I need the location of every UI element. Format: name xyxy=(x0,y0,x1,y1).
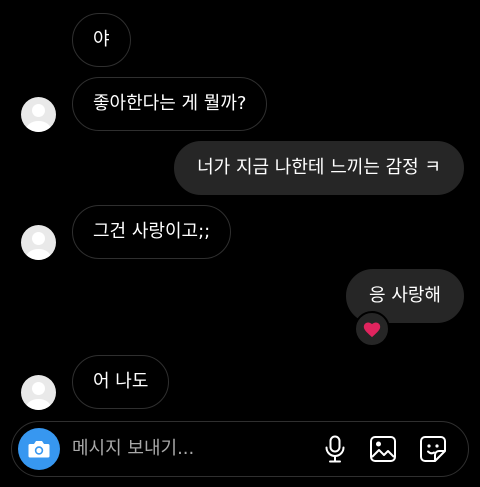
message-composer: 메시지 보내기... xyxy=(11,421,469,477)
default-avatar-icon xyxy=(26,382,51,410)
avatar[interactable] xyxy=(21,375,56,410)
message-bubble-outgoing[interactable]: 너가 지금 나한테 느끼는 감정 ㅋ xyxy=(174,141,464,195)
microphone-button[interactable] xyxy=(320,434,350,464)
heart-icon xyxy=(363,322,381,338)
gallery-icon xyxy=(370,436,396,462)
sticker-button[interactable] xyxy=(418,434,448,464)
message-input[interactable]: 메시지 보내기... xyxy=(72,422,194,476)
avatar[interactable] xyxy=(21,97,56,132)
message-bubble-incoming[interactable]: 그건 사랑이고;; xyxy=(72,205,232,259)
message-reaction[interactable] xyxy=(354,311,390,347)
message-text: 너가 지금 나한테 느끼는 감정 ㅋ xyxy=(197,157,441,178)
camera-button[interactable] xyxy=(18,428,60,470)
message-text: 응 사랑해 xyxy=(369,285,441,306)
message-text: 그건 사랑이고;; xyxy=(93,221,211,242)
default-avatar-icon xyxy=(26,232,51,260)
message-text: 어 나도 xyxy=(93,371,149,392)
microphone-icon xyxy=(325,435,345,463)
camera-icon xyxy=(28,441,50,458)
message-text: 좋아한다는 게 뭘까? xyxy=(93,93,247,114)
sticker-icon xyxy=(420,436,446,462)
message-bubble-incoming[interactable]: 야 xyxy=(72,13,131,67)
message-bubble-incoming[interactable]: 어 나도 xyxy=(72,355,170,409)
message-text: 야 xyxy=(93,29,110,50)
default-avatar-icon xyxy=(26,104,51,132)
avatar[interactable] xyxy=(21,225,56,260)
message-thread: 야 좋아한다는 게 뭘까? 너가 지금 나한테 느끼는 감정 ㅋ 그건 사랑이고… xyxy=(0,0,480,487)
gallery-button[interactable] xyxy=(368,434,398,464)
message-bubble-incoming[interactable]: 좋아한다는 게 뭘까? xyxy=(72,77,268,131)
